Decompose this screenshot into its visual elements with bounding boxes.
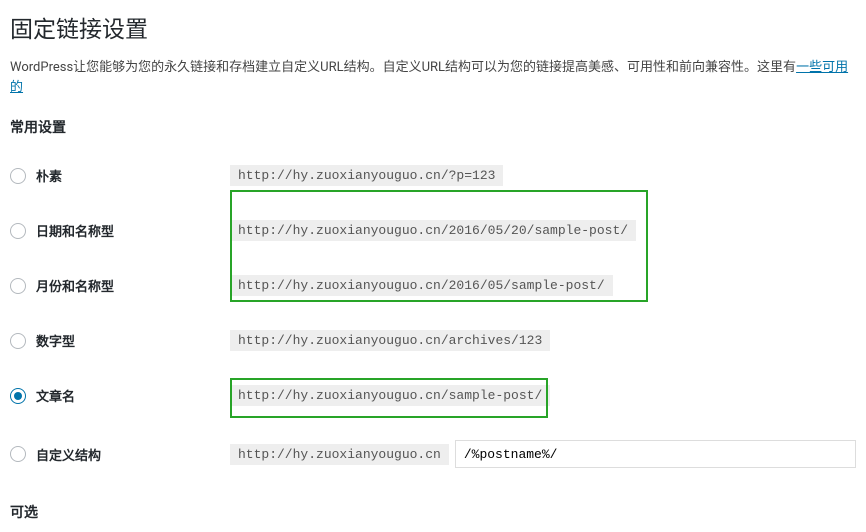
description-text: WordPress让您能够为您的永久链接和存档建立自定义URL结构。自定义URL…: [10, 60, 796, 75]
page-title: 固定链接设置: [10, 10, 856, 44]
radio-month[interactable]: [10, 278, 26, 294]
option-row-postname: 文章名 http://hy.zuoxianyouguo.cn/sample-po…: [10, 385, 856, 406]
base-url-custom: http://hy.zuoxianyouguo.cn: [230, 444, 449, 465]
option-row-numeric: 数字型 http://hy.zuoxianyouguo.cn/archives/…: [10, 330, 856, 351]
option-row-dayname: 日期和名称型 http://hy.zuoxianyouguo.cn/2016/0…: [10, 220, 856, 241]
section-title-optional: 可选: [10, 502, 856, 522]
label-postname: 文章名: [36, 386, 75, 405]
url-month: http://hy.zuoxianyouguo.cn/2016/05/sampl…: [230, 275, 613, 296]
radio-custom[interactable]: [10, 446, 26, 462]
url-dayname: http://hy.zuoxianyouguo.cn/2016/05/20/sa…: [230, 220, 636, 241]
option-row-month: 月份和名称型 http://hy.zuoxianyouguo.cn/2016/0…: [10, 275, 856, 296]
label-plain: 朴素: [36, 166, 62, 185]
radio-dayname[interactable]: [10, 223, 26, 239]
label-custom: 自定义结构: [36, 445, 101, 464]
option-row-plain: 朴素 http://hy.zuoxianyouguo.cn/?p=123: [10, 165, 856, 186]
label-dayname: 日期和名称型: [36, 221, 114, 240]
radio-plain[interactable]: [10, 168, 26, 184]
page-description: WordPress让您能够为您的永久链接和存档建立自定义URL结构。自定义URL…: [10, 58, 856, 97]
section-title-common: 常用设置: [10, 117, 856, 137]
custom-structure-input[interactable]: [455, 440, 856, 468]
radio-postname[interactable]: [10, 388, 26, 404]
label-numeric: 数字型: [36, 331, 75, 350]
label-month: 月份和名称型: [36, 276, 114, 295]
url-plain: http://hy.zuoxianyouguo.cn/?p=123: [230, 165, 503, 186]
url-numeric: http://hy.zuoxianyouguo.cn/archives/123: [230, 330, 550, 351]
radio-numeric[interactable]: [10, 333, 26, 349]
url-postname: http://hy.zuoxianyouguo.cn/sample-post/: [230, 385, 550, 406]
option-row-custom: 自定义结构 http://hy.zuoxianyouguo.cn: [10, 440, 856, 468]
